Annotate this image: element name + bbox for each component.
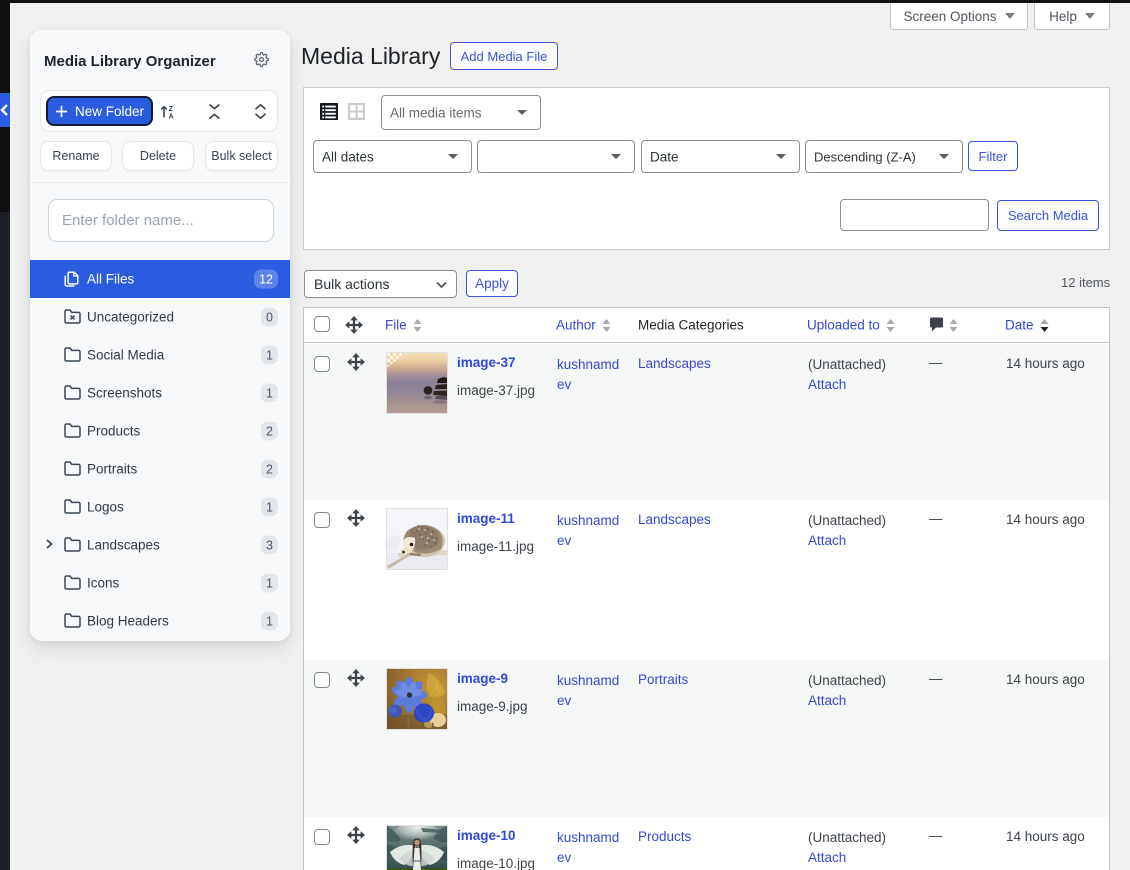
- svg-text:A: A: [168, 113, 173, 118]
- svg-text:Z: Z: [168, 105, 173, 112]
